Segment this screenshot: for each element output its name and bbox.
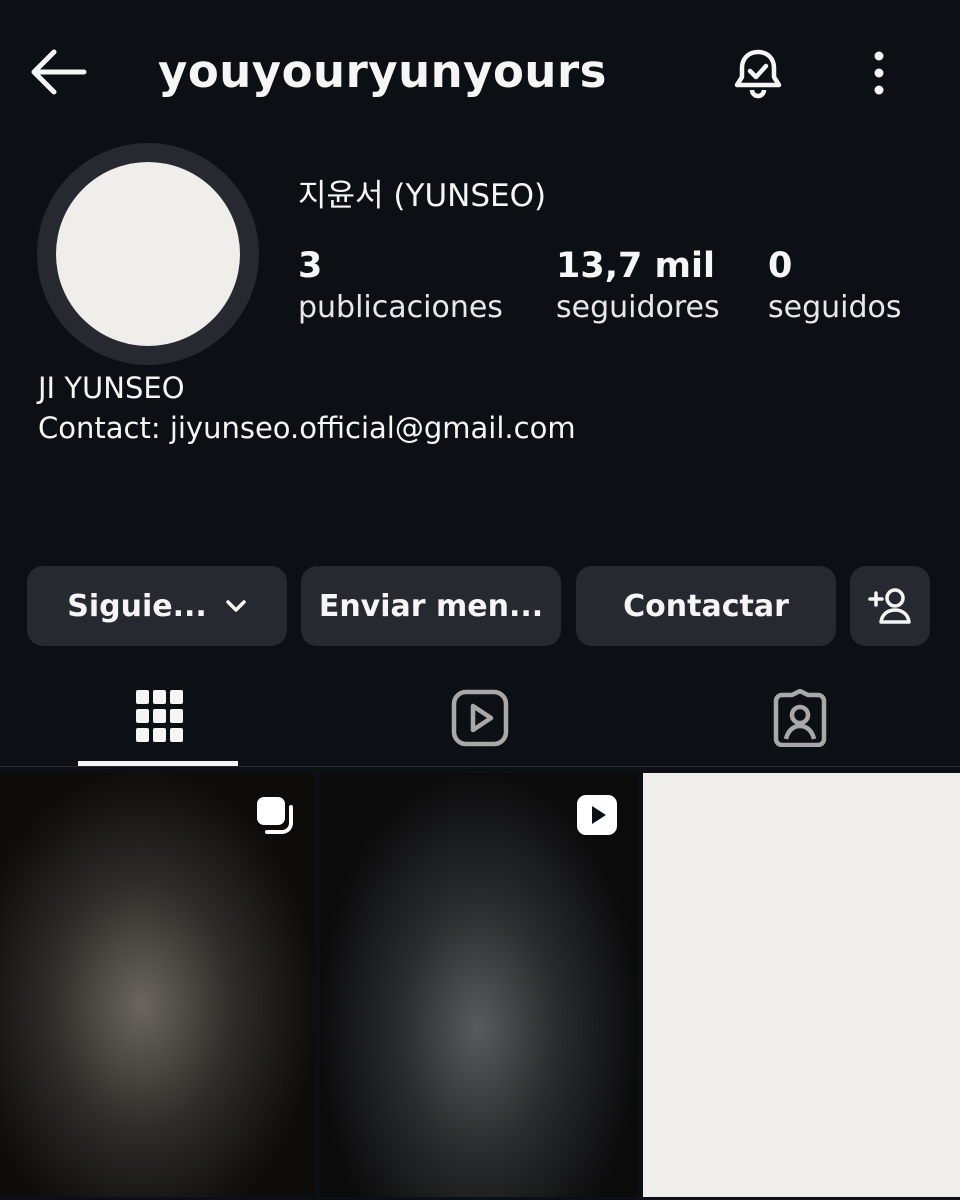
stat-followers[interactable]: 13,7 mil seguidores (556, 244, 720, 328)
tab-divider (0, 766, 960, 767)
stat-following[interactable]: 0 seguidos (768, 244, 902, 328)
avatar[interactable] (56, 162, 240, 346)
bio-contact: Contact: jiyunseo.official@gmail.com (38, 411, 576, 445)
stat-posts-label: publicaciones (298, 290, 503, 325)
add-user-icon (867, 586, 913, 626)
profile-full-name: 지윤서 (YUNSEO) (298, 178, 547, 214)
contact-button[interactable]: Contactar (576, 566, 836, 646)
profile-username: youyouryunyours (158, 45, 607, 98)
grid-icon (136, 690, 184, 746)
stat-following-label: seguidos (768, 290, 902, 325)
bell-check-icon[interactable] (728, 44, 788, 104)
post-thumbnail[interactable] (320, 773, 637, 1197)
post-thumbnail[interactable] (643, 773, 960, 1197)
tab-posts-grid[interactable] (0, 670, 320, 766)
stat-following-value: 0 (768, 246, 793, 286)
add-user-button[interactable] (850, 566, 930, 646)
send-message-button[interactable]: Enviar men... (301, 566, 561, 646)
stat-followers-value: 13,7 mil (556, 246, 716, 286)
post-thumbnail[interactable] (0, 773, 315, 1197)
chevron-down-icon (225, 599, 247, 613)
back-arrow-icon[interactable] (28, 46, 88, 98)
reels-icon (451, 689, 509, 747)
bio-name: JI YUNSEO (38, 371, 185, 405)
stat-posts[interactable]: 3 publicaciones (298, 244, 503, 328)
more-options-icon[interactable] (866, 48, 892, 98)
tagged-icon (771, 689, 829, 747)
play-icon (577, 795, 617, 835)
stat-followers-label: seguidores (556, 290, 720, 325)
carousel-icon (255, 795, 295, 835)
following-button[interactable]: Siguie... (27, 566, 287, 646)
following-button-label: Siguie... (67, 588, 207, 624)
tab-reels[interactable] (320, 670, 640, 766)
tab-tagged[interactable] (640, 670, 960, 766)
stat-posts-value: 3 (298, 246, 323, 286)
